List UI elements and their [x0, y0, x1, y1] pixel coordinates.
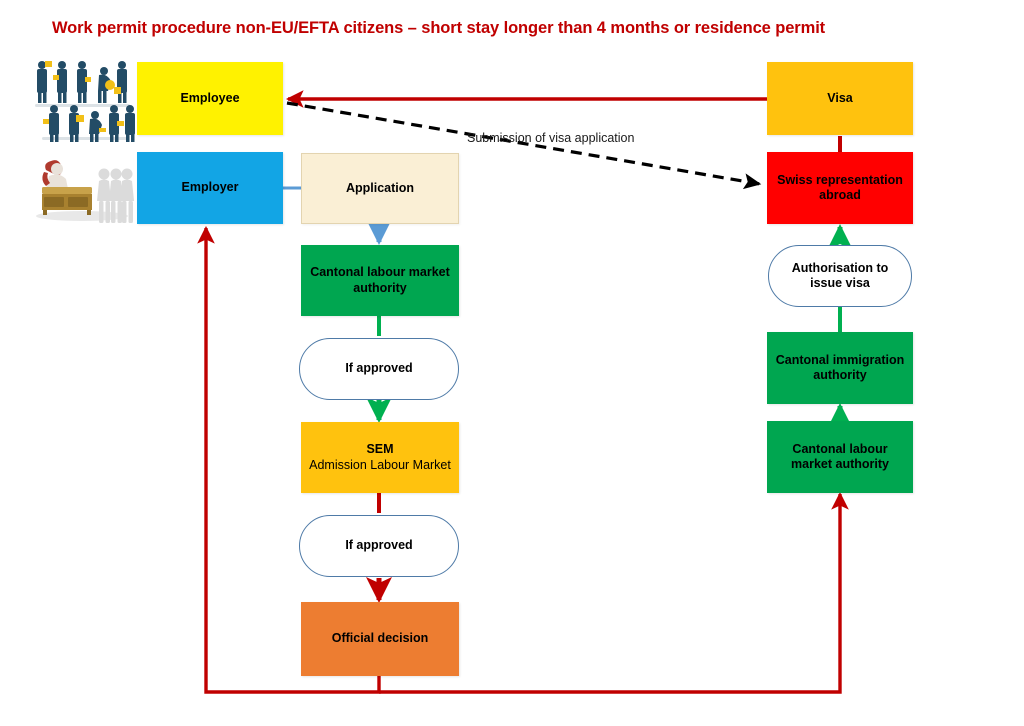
node-visa[interactable]: Visa — [767, 62, 913, 135]
node-authorisation-to-issue-visa-label: Authorisation to issue visa — [791, 260, 889, 290]
page-title: Work permit procedure non-EU/EFTA citize… — [52, 19, 826, 37]
node-cantonal-immigration-authority[interactable]: Cantonal immigration authority — [767, 332, 913, 404]
node-official-decision-label: Official decision — [331, 631, 429, 646]
interview-desk-clipart — [30, 152, 135, 224]
node-sem[interactable]: SEM Admission Labour Market — [301, 422, 459, 493]
node-employer[interactable]: Employer — [137, 152, 283, 224]
node-cantonal-labour-market-authority-label: Cantonal labour market authority — [310, 265, 450, 295]
node-employee-label: Employee — [180, 90, 240, 105]
node-authorisation-to-issue-visa[interactable]: Authorisation to issue visa — [768, 245, 912, 307]
node-sem-subtitle: Admission Labour Market — [309, 457, 451, 472]
workers-clipart — [30, 57, 135, 142]
node-if-approved-2[interactable]: If approved — [299, 515, 459, 577]
node-employer-label: Employer — [181, 180, 239, 195]
node-swiss-representation-abroad[interactable]: Swiss representation abroad — [767, 152, 913, 224]
node-cantonal-labour-market-authority-right[interactable]: Cantonal labour market authority — [767, 421, 913, 493]
node-cantonal-labour-market-authority[interactable]: Cantonal labour market authority — [301, 245, 459, 316]
node-cantonal-labour-market-authority-right-label: Cantonal labour market authority — [791, 441, 889, 471]
node-application-label: Application — [345, 180, 415, 195]
node-if-approved-1-label: If approved — [345, 361, 413, 376]
node-visa-label: Visa — [827, 90, 853, 105]
node-swiss-representation-abroad-label: Swiss representation abroad — [777, 172, 903, 202]
node-official-decision[interactable]: Official decision — [301, 602, 459, 676]
node-application[interactable]: Application — [301, 153, 459, 224]
node-cantonal-immigration-authority-label: Cantonal immigration authority — [775, 352, 905, 382]
node-if-approved-2-label: If approved — [345, 538, 413, 553]
node-if-approved-1[interactable]: If approved — [299, 338, 459, 400]
edge-label-submission-of-visa-application: Submission of visa application — [467, 131, 635, 145]
node-employee[interactable]: Employee — [137, 62, 283, 135]
node-sem-title: SEM — [366, 442, 394, 457]
